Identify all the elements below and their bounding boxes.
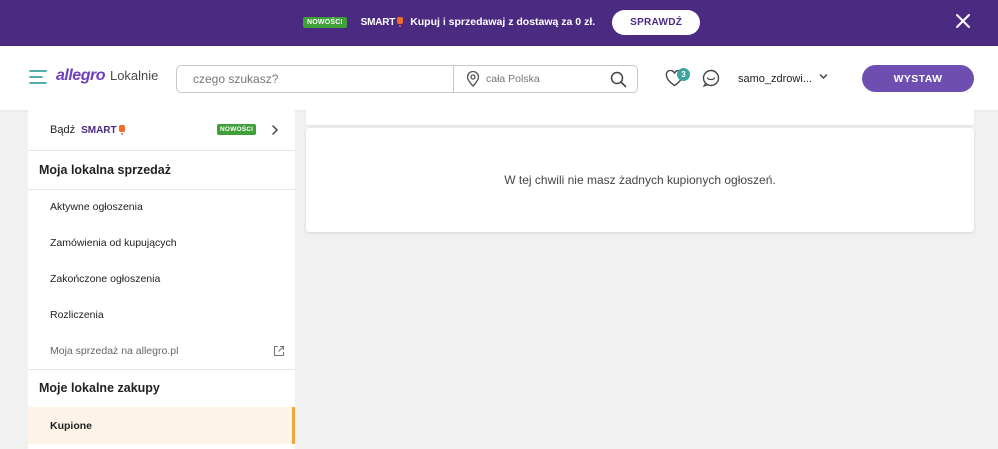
new-badge: NOWOŚCI [217, 124, 257, 135]
sidebar-item-label: Zamówienia od kupujących [50, 237, 177, 249]
sidebar-smart-promo[interactable]: Bądź SMART NOWOŚCI [28, 118, 295, 142]
sidebar-item-allegro-sales[interactable]: Moja sprzedaż na allegro.pl [28, 334, 295, 368]
search-input[interactable] [177, 66, 453, 92]
sidebar-item-label: Zakończone ogłoszenia [50, 273, 161, 285]
favorites-button[interactable]: 3 [665, 68, 691, 89]
search-bar [176, 65, 638, 93]
search-icon[interactable] [610, 71, 627, 88]
hamburger-icon[interactable] [29, 69, 47, 85]
sidebar-item-purchased[interactable]: Kupione [28, 407, 295, 444]
promo-text: Kupuj i sprzedawaj z dostawą za 0 zł. [410, 16, 596, 28]
smart-bang-icon [118, 125, 125, 135]
main-top-strip [306, 110, 974, 125]
sidebar-item-label: Kupione [50, 419, 92, 432]
top-header: allegro Lokalnie 3 samo_zdrowi... WYSTAW [0, 46, 998, 110]
chat-icon[interactable] [702, 69, 720, 87]
smart-bang-icon [397, 17, 404, 27]
chevron-right-icon [272, 125, 279, 135]
promo-banner: NOWOŚCI SMART Kupuj i sprzedawaj z dosta… [0, 0, 998, 46]
empty-state-message: W tej chwili nie masz żadnych kupionych … [504, 173, 776, 187]
smart-logo-mini-text: SMART [81, 124, 117, 136]
external-link-icon [273, 345, 285, 357]
section-title: Moje lokalne zakupy [39, 381, 160, 395]
sidebar-item-label: Moja sprzedaż na allegro.pl [50, 345, 179, 357]
brand-lokalnie: Lokalnie [109, 68, 159, 83]
brand-allegro: allegro [56, 67, 105, 84]
post-listing-button[interactable]: WYSTAW [862, 65, 974, 92]
promo-content: NOWOŚCI SMART Kupuj i sprzedawaj z dosta… [303, 9, 701, 35]
chevron-down-icon[interactable] [819, 72, 828, 81]
section-heading-purchases: Moje lokalne zakupy [28, 370, 295, 406]
sidebar: Bądź SMART NOWOŚCI Moja lokalna sprzedaż… [28, 110, 295, 449]
smart-logo-mini: SMART [81, 125, 126, 136]
brand-logo[interactable]: allegro Lokalnie [56, 67, 158, 85]
user-menu[interactable]: samo_zdrowi... [738, 73, 812, 85]
sidebar-item-active-listings[interactable]: Aktywne ogłoszenia [28, 190, 295, 224]
location-input[interactable] [480, 66, 590, 92]
sidebar-item-buyer-orders[interactable]: Zamówienia od kupujących [28, 226, 295, 260]
sidebar-item-label: Aktywne ogłoszenia [50, 201, 143, 213]
close-icon[interactable] [955, 13, 971, 29]
sidebar-item-label: Rozliczenia [50, 309, 104, 321]
smart-logo: SMART [361, 17, 405, 28]
sidebar-item-ended-listings[interactable]: Zakończone ogłoszenia [28, 262, 295, 296]
section-heading-sales: Moja lokalna sprzedaż [28, 151, 295, 189]
section-title: Moja lokalna sprzedaż [39, 163, 171, 177]
new-badge: NOWOŚCI [303, 16, 347, 28]
favorites-count-badge: 3 [677, 68, 690, 81]
empty-state-card: W tej chwili nie masz żadnych kupionych … [306, 128, 974, 232]
search-divider [453, 65, 454, 93]
check-button[interactable]: SPRAWDŹ [612, 9, 701, 35]
location-pin-icon [466, 71, 480, 87]
smart-logo-text: SMART [360, 16, 396, 28]
smart-prefix: Bądź [50, 124, 76, 136]
sidebar-item-settlements[interactable]: Rozliczenia [28, 298, 295, 332]
